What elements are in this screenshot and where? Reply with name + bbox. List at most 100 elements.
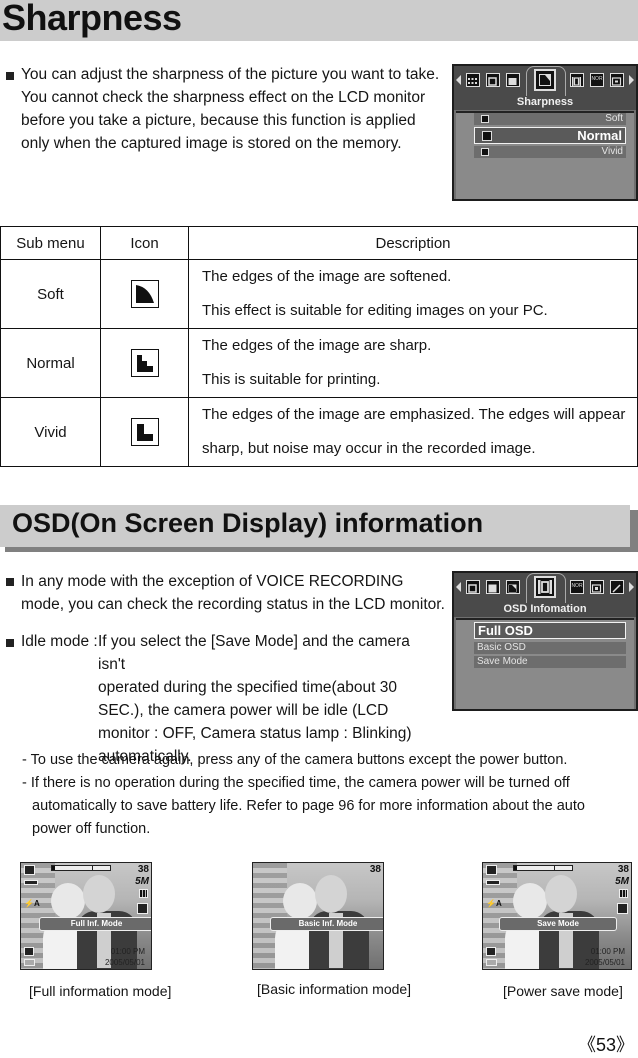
- mode-label: Save Mode: [499, 917, 617, 931]
- card-icon: [24, 959, 35, 966]
- menu-title: Sharpness: [454, 96, 636, 110]
- quality-icon: [619, 889, 628, 898]
- description-cell: The edges of the image are sharp. This i…: [188, 328, 638, 398]
- sharpness-normal-icon: [130, 349, 159, 377]
- sharpness-icon[interactable]: [534, 69, 556, 91]
- bullet-icon: [6, 639, 14, 647]
- shots-remaining: 38: [617, 864, 629, 875]
- frame-icon[interactable]: [466, 580, 480, 594]
- mode-label: Basic Inf. Mode: [270, 917, 383, 931]
- date: 2005/05/01: [584, 958, 625, 967]
- bullet-icon: [6, 578, 14, 586]
- table-row: Vivid The edges of the image are emphasi…: [0, 397, 638, 467]
- menu-option-save-mode[interactable]: Save Mode: [474, 656, 626, 668]
- header-submenu: Sub menu: [0, 226, 101, 260]
- screen-power-save: 38 5M ⚡A Save Mode 01:00 PM 2005/05/01: [482, 862, 632, 970]
- arrow-right-icon[interactable]: [629, 582, 634, 592]
- shots-remaining: 38: [369, 864, 381, 875]
- time: 01:00 PM: [110, 947, 145, 956]
- battery-icon: [486, 880, 500, 885]
- section-title: OSD(On Screen Display) information: [12, 508, 484, 538]
- grid-icon[interactable]: [466, 73, 480, 87]
- sharpness-lcd-menu: NOR Sharpness Soft Normal Vivid: [452, 64, 638, 201]
- bullet-icon: [6, 72, 14, 80]
- frame-icon[interactable]: [486, 73, 500, 87]
- section-header: OSD(On Screen Display) information: [0, 505, 630, 547]
- arrow-left-icon[interactable]: [456, 582, 461, 592]
- screen-basic-info: 38 Basic Inf. Mode: [252, 862, 384, 970]
- description-cell: The edges of the image are softened. Thi…: [188, 259, 638, 329]
- sharpness-icon[interactable]: [506, 580, 520, 594]
- submenu-cell: Vivid: [0, 397, 101, 467]
- mode-label: Full Inf. Mode: [39, 917, 151, 931]
- submenu-cell: Normal: [0, 328, 101, 398]
- pen-icon[interactable]: [610, 580, 624, 594]
- notes: - To use the camera again, press any of …: [22, 752, 585, 837]
- flash-auto-icon: ⚡A: [24, 899, 40, 908]
- table-header-row: Sub menu Icon Description: [0, 226, 638, 260]
- caption-full-info: [Full information mode]: [29, 983, 172, 999]
- screen-full-info: 38 5M ⚡A Full Inf. Mode 01:00 PM 2005/05…: [20, 862, 152, 970]
- sharpness-soft-icon: [130, 280, 159, 308]
- quality-icon: [139, 889, 148, 898]
- osd-icon[interactable]: [534, 576, 556, 598]
- idle-mode-text: If you select the [Save Mode] and the ca…: [98, 633, 412, 765]
- section-title-bar: Sharpness: [0, 0, 638, 41]
- card-icon: [486, 959, 497, 966]
- zoom-bar: [51, 865, 111, 871]
- zoom-bar: [513, 865, 573, 871]
- osd-intro: In any mode with the exception of VOICE …: [21, 573, 445, 613]
- page-number: 《53》: [577, 1035, 634, 1055]
- intro-line: You can adjust the sharpness of the pict…: [21, 66, 440, 83]
- solid-frame-icon[interactable]: [486, 580, 500, 594]
- osd-icon[interactable]: [570, 73, 584, 87]
- menu-option-soft[interactable]: Soft: [474, 113, 626, 125]
- table-row: Soft The edges of the image are softened…: [0, 259, 638, 329]
- intro-line: only when the captured image is stored o…: [21, 135, 402, 152]
- intro-line: You cannot check the sharpness effect on…: [21, 89, 426, 106]
- sharpness-vivid-icon: [481, 148, 489, 156]
- arrow-right-icon[interactable]: [629, 75, 634, 85]
- sub-frame-icon[interactable]: [610, 73, 624, 87]
- date: 2005/05/01: [104, 958, 145, 967]
- menu-option-vivid[interactable]: Vivid: [474, 146, 626, 158]
- sharpness-normal-icon: [482, 131, 492, 141]
- osd-lcd-menu: NOR OSD Infomation Full OSD Basic OSD Sa…: [452, 571, 638, 711]
- sharpness-table: Sub menu Icon Description Soft The edges…: [0, 226, 638, 467]
- menu-option-full-osd[interactable]: Full OSD: [474, 622, 626, 639]
- caption-power-save: [Power save mode]: [503, 983, 623, 999]
- time: 01:00 PM: [590, 947, 625, 956]
- sharpness-intro: You can adjust the sharpness of the pict…: [21, 63, 441, 155]
- sharpness-icon: [137, 903, 148, 914]
- resolution: 5M: [615, 876, 629, 887]
- idle-mode-label: Idle mode :: [21, 633, 98, 650]
- flash-auto-icon: ⚡A: [486, 899, 502, 908]
- sharpness-icon: [617, 903, 628, 914]
- page-title: Sharpness: [2, 0, 182, 38]
- menu-tabs: NOR: [454, 573, 636, 603]
- metering-icon: [486, 947, 496, 956]
- sharpness-soft-icon: [481, 115, 489, 123]
- sharpness-vivid-icon: [130, 418, 159, 446]
- solid-frame-icon[interactable]: [506, 73, 520, 87]
- nor-icon[interactable]: NOR: [570, 580, 584, 594]
- menu-title: OSD Infomation: [454, 603, 636, 617]
- intro-line: before you take a picture, because this …: [21, 112, 416, 129]
- header-icon: Icon: [100, 226, 189, 260]
- header-description: Description: [188, 226, 638, 260]
- nor-icon[interactable]: NOR: [590, 73, 604, 87]
- camera-mode-icon: [486, 865, 497, 875]
- menu-option-normal[interactable]: Normal: [474, 127, 626, 144]
- metering-icon: [24, 947, 34, 956]
- arrow-left-icon[interactable]: [456, 75, 461, 85]
- shots-remaining: 38: [137, 864, 149, 875]
- submenu-cell: Soft: [0, 259, 101, 329]
- resolution: 5M: [135, 876, 149, 887]
- menu-tabs: NOR: [454, 66, 636, 96]
- camera-mode-icon: [24, 865, 35, 875]
- caption-basic-info: [Basic information mode]: [257, 981, 412, 997]
- battery-icon: [24, 880, 38, 885]
- menu-option-basic-osd[interactable]: Basic OSD: [474, 642, 626, 654]
- table-row: Normal The edges of the image are sharp.…: [0, 328, 638, 398]
- sub-frame-icon[interactable]: [590, 580, 604, 594]
